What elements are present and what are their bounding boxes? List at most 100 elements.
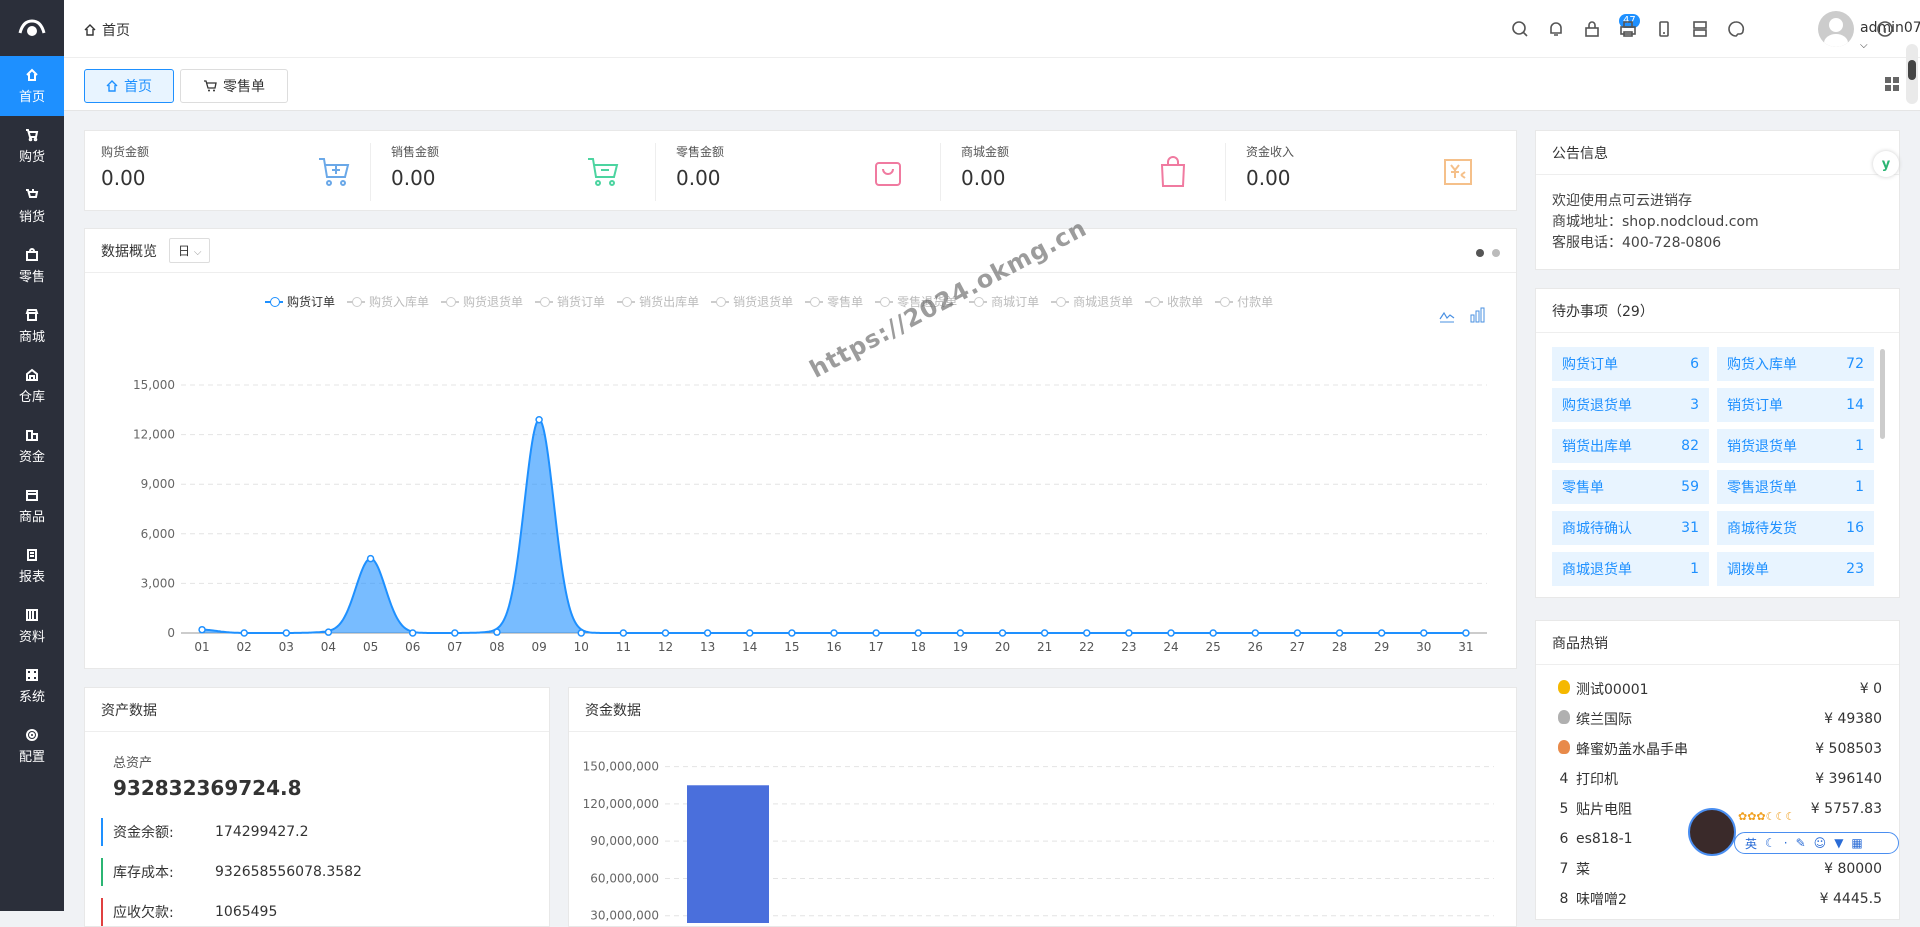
todo-item[interactable]: 零售单 59 <box>1552 470 1709 504</box>
sidebar-item-10[interactable]: 系统 <box>0 656 64 716</box>
data-point[interactable] <box>788 629 796 637</box>
bar[interactable] <box>687 785 769 923</box>
data-point[interactable] <box>872 629 880 637</box>
wrench-icon[interactable]: ✎ <box>1796 836 1806 850</box>
scrollbar[interactable] <box>1880 349 1885 439</box>
data-point[interactable] <box>282 629 291 637</box>
data-point[interactable] <box>1125 629 1133 637</box>
data-point[interactable] <box>240 629 248 637</box>
sidebar-item-8[interactable]: 报表 <box>0 536 64 596</box>
hot-product-row[interactable]: 7 菜 ¥ 80000 <box>1552 858 1882 880</box>
bell-icon[interactable] <box>1547 20 1565 38</box>
legend-item[interactable]: 付款单 <box>1215 293 1273 310</box>
data-point[interactable] <box>198 625 206 634</box>
notice-line[interactable]: 商城地址：shop.nodcloud.com <box>1552 212 1759 233</box>
data-point[interactable] <box>1251 629 1260 637</box>
hot-product-row[interactable]: 8 味噌噌2 ¥ 4445.5 <box>1552 888 1882 910</box>
ime-toolbar[interactable]: 英 ☾ · ✎ ☺ ▼ ▦ <box>1734 832 1899 854</box>
todo-item[interactable]: 销货订单 14 <box>1717 388 1874 422</box>
legend-item[interactable]: 购货退货单 <box>441 293 523 310</box>
data-point[interactable] <box>1335 629 1344 637</box>
printer-icon[interactable] <box>1619 20 1637 38</box>
todo-item[interactable]: 商城待确认 31 <box>1552 511 1709 545</box>
moon-icon[interactable]: ☾ <box>1765 836 1776 850</box>
data-point[interactable] <box>745 629 754 637</box>
data-point[interactable] <box>1462 629 1470 637</box>
todo-item[interactable]: 零售退货单 1 <box>1717 470 1874 504</box>
legend-item[interactable]: 销货订单 <box>535 293 605 310</box>
sidebar-item-6[interactable]: 资金 <box>0 416 64 476</box>
grid-menu-icon[interactable] <box>1884 76 1900 92</box>
data-point[interactable] <box>619 629 628 637</box>
data-point[interactable] <box>451 629 459 637</box>
data-point[interactable] <box>408 629 417 637</box>
app-logo[interactable] <box>0 0 64 56</box>
period-select[interactable]: 日 ⌵ <box>169 238 211 263</box>
data-point[interactable] <box>1377 629 1386 637</box>
data-point[interactable] <box>535 415 543 424</box>
todo-item[interactable]: 销货出库单 82 <box>1552 429 1709 463</box>
hot-product-row[interactable]: 4 打印机 ¥ 396140 <box>1552 768 1882 790</box>
grid-icon[interactable]: ▦ <box>1851 836 1862 850</box>
data-point[interactable] <box>998 629 1007 637</box>
data-point[interactable] <box>661 629 670 637</box>
sidebar-item-0[interactable]: 首页 <box>0 56 64 116</box>
smile-icon[interactable]: ☺ <box>1814 836 1827 850</box>
carousel-dot[interactable] <box>1492 249 1500 257</box>
sidebar-item-1[interactable]: 购货 <box>0 116 64 176</box>
carousel-dot-active[interactable] <box>1476 249 1484 257</box>
legend-item[interactable]: 收款单 <box>1145 293 1203 310</box>
side-scroll-thumb[interactable] <box>1908 60 1916 80</box>
data-point[interactable] <box>1420 629 1428 637</box>
data-point[interactable] <box>830 629 838 637</box>
sidebar-item-11[interactable]: 配置 <box>0 716 64 776</box>
data-point[interactable] <box>1209 629 1217 637</box>
legend-item[interactable]: 购货订单 <box>265 293 335 310</box>
tab-retail[interactable]: 零售单 <box>180 69 288 103</box>
palette-icon[interactable] <box>1727 20 1745 38</box>
sidebar-item-7[interactable]: 商品 <box>0 476 64 536</box>
todo-item[interactable]: 商城退货单 1 <box>1552 552 1709 586</box>
data-point[interactable] <box>366 554 375 563</box>
todo-item[interactable]: 购货订单 6 <box>1552 347 1709 381</box>
search-icon[interactable] <box>1511 20 1529 38</box>
shirt-icon[interactable]: ▼ <box>1834 836 1843 850</box>
avatar[interactable] <box>1818 11 1854 47</box>
todo-item[interactable]: 购货入库单 72 <box>1717 347 1874 381</box>
legend-item[interactable]: 零售单 <box>805 293 863 310</box>
data-point[interactable] <box>1293 629 1302 637</box>
hot-product-row[interactable]: 测试00001 ¥ 0 <box>1552 678 1882 700</box>
lock-icon[interactable] <box>1583 20 1601 38</box>
server-icon[interactable] <box>1691 20 1709 38</box>
tab-home[interactable]: 首页 <box>84 69 174 103</box>
sidebar-item-9[interactable]: 资料 <box>0 596 64 656</box>
todo-item[interactable]: 销货退货单 1 <box>1717 429 1874 463</box>
side-scroll-widget[interactable] <box>1906 44 1918 104</box>
legend-item[interactable]: 商城退货单 <box>1051 293 1133 310</box>
legend-item[interactable]: 销货出库单 <box>617 293 699 310</box>
data-point[interactable] <box>956 629 965 637</box>
data-point[interactable] <box>324 628 333 636</box>
info-icon[interactable] <box>1876 20 1894 38</box>
data-point[interactable] <box>914 629 923 637</box>
legend-item[interactable]: 购货入库单 <box>347 293 429 310</box>
data-point[interactable] <box>703 629 712 637</box>
ime-widget[interactable]: ✿✿✿☾☾☾ 英 ☾ · ✎ ☺ ▼ ▦ <box>1688 808 1900 858</box>
data-point[interactable] <box>1040 629 1049 637</box>
ime-lang-label[interactable]: 英 <box>1745 835 1757 852</box>
legend-item[interactable]: 销货退货单 <box>711 293 793 310</box>
sidebar-item-4[interactable]: 商城 <box>0 296 64 356</box>
mobile-icon[interactable] <box>1655 20 1673 38</box>
sidebar-item-3[interactable]: 零售 <box>0 236 64 296</box>
todo-item[interactable]: 购货退货单 3 <box>1552 388 1709 422</box>
todo-item[interactable]: 商城待发货 16 <box>1717 511 1874 545</box>
data-point[interactable] <box>1167 629 1175 637</box>
data-point[interactable] <box>577 629 585 637</box>
hot-product-row[interactable]: 缤兰国际 ¥ 49380 <box>1552 708 1882 730</box>
hot-product-row[interactable]: 蜂蜜奶盖水晶手串 ¥ 508503 <box>1552 738 1882 760</box>
data-point[interactable] <box>493 628 501 636</box>
data-point[interactable] <box>1083 629 1091 637</box>
sidebar-item-5[interactable]: 仓库 <box>0 356 64 416</box>
todo-item[interactable]: 调拨单 23 <box>1717 552 1874 586</box>
sidebar-item-2[interactable]: 销货 <box>0 176 64 236</box>
